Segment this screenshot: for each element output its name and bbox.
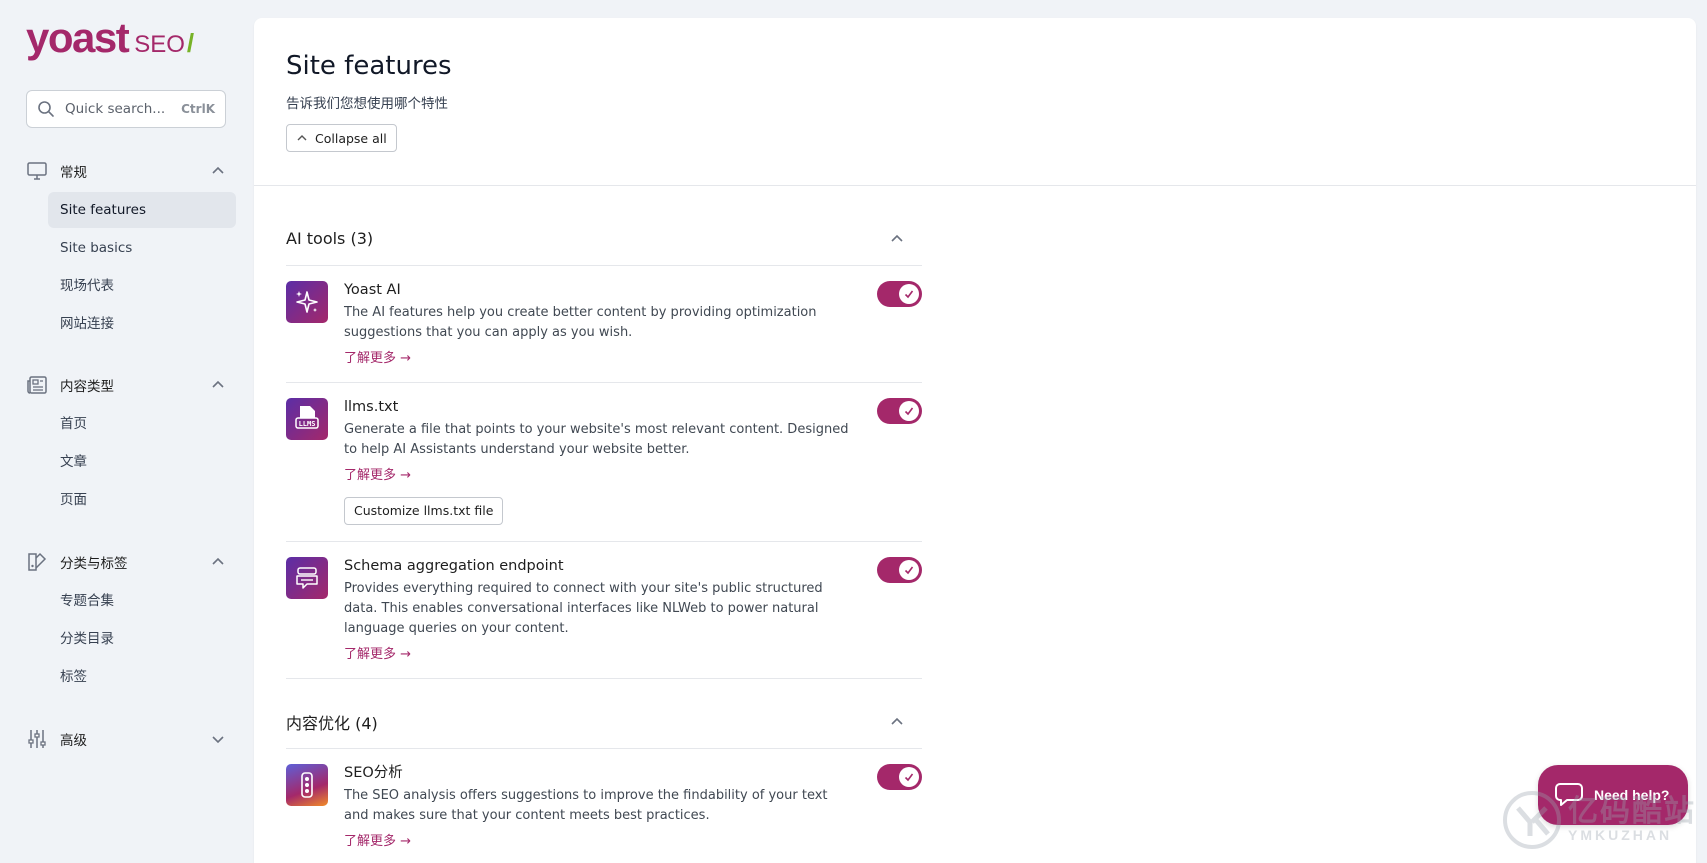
- schema-chat-icon: [286, 557, 328, 599]
- sidebar-item-tags[interactable]: 标签: [48, 659, 236, 695]
- svg-text:LLMS: LLMS: [299, 420, 316, 428]
- sparkles-icon: [286, 281, 328, 323]
- feature-description: Provides everything required to connect …: [344, 581, 823, 636]
- watermark-en: YMKUZHAN: [1568, 827, 1673, 843]
- page-title: Site features: [286, 51, 452, 81]
- nav-title-general: 常规: [60, 165, 87, 181]
- logo-wordmark: yoast: [26, 14, 130, 61]
- yoast-logo[interactable]: yoast SEO /: [26, 14, 194, 62]
- watermark-cn: 亿码酷站: [1568, 795, 1696, 828]
- section-header-ai-tools[interactable]: AI tools (3): [286, 212, 922, 266]
- feature-card-schema-aggregation: Schema aggregation endpoint Provides eve…: [286, 542, 922, 679]
- feature-title: llms.txt: [344, 399, 399, 415]
- sidebar-item-collections[interactable]: 专题合集: [48, 583, 236, 619]
- watermark: 亿码酷站 YMKUZHAN: [1502, 790, 1696, 850]
- sidebar-item-categories[interactable]: 分类目录: [48, 621, 236, 657]
- nav-head-content-types[interactable]: 内容类型: [26, 370, 231, 400]
- nav-head-general[interactable]: 常规: [26, 156, 231, 186]
- chevron-up-icon[interactable]: [890, 232, 904, 246]
- quick-search-input[interactable]: Quick search... CtrlK: [26, 90, 226, 128]
- logo-slash: /: [186, 28, 195, 58]
- nav-group-taxonomies: 分类与标签 专题合集 分类目录 标签: [26, 547, 231, 695]
- features-content: AI tools (3) Yoast AI The AI features he…: [254, 212, 954, 863]
- tag-icon: [26, 551, 48, 573]
- check-icon: [899, 560, 919, 580]
- sidebar-item-site-connections[interactable]: 网站连接: [48, 306, 236, 342]
- check-icon: [899, 767, 919, 787]
- feature-title: Schema aggregation endpoint: [344, 558, 564, 574]
- feature-card-seo-analysis: SEO分析 The SEO analysis offers suggestion…: [286, 749, 922, 863]
- chevron-up-icon: [212, 380, 224, 388]
- nav-head-advanced[interactable]: 高级: [26, 724, 231, 754]
- llms-txt-toggle[interactable]: [877, 398, 922, 424]
- feature-description: The AI features help you create better c…: [344, 305, 817, 340]
- nav-head-taxonomies[interactable]: 分类与标签: [26, 547, 231, 577]
- learn-more-link[interactable]: 了解更多 →: [344, 830, 411, 849]
- sidebar-item-site-representation[interactable]: 现场代表: [48, 268, 236, 304]
- learn-more-link[interactable]: 了解更多 →: [344, 464, 411, 483]
- newspaper-icon: [26, 374, 48, 396]
- page-header: Site features 告诉我们您想使用哪个特性 Collapse all: [254, 18, 1696, 186]
- sidebar: yoast SEO / Quick search... CtrlK 常规 Sit…: [0, 0, 250, 863]
- section-title-content-optimization: 内容优化 (4): [286, 713, 378, 733]
- feature-card-yoast-ai: Yoast AI The AI features help you create…: [286, 266, 922, 383]
- sidebar-item-site-features[interactable]: Site features: [48, 192, 236, 228]
- chevron-up-icon: [212, 557, 224, 565]
- feature-title: Yoast AI: [344, 282, 401, 298]
- nav-title-advanced: 高级: [60, 733, 87, 749]
- sidebar-item-pages[interactable]: 页面: [48, 482, 236, 518]
- feature-title: SEO分析: [344, 765, 403, 781]
- section-header-content-optimization[interactable]: 内容优化 (4): [286, 695, 922, 749]
- chevron-up-icon[interactable]: [890, 715, 904, 729]
- check-icon: [899, 284, 919, 304]
- learn-more-link[interactable]: 了解更多 →: [344, 347, 411, 366]
- seo-analysis-toggle[interactable]: [877, 764, 922, 790]
- sliders-icon: [26, 728, 48, 750]
- nav-group-general: 常规 Site features Site basics 现场代表 网站连接: [26, 156, 236, 342]
- collapse-all-label: Collapse all: [315, 130, 387, 146]
- nav-title-content-types: 内容类型: [60, 379, 114, 395]
- logo-product: SEO: [134, 31, 185, 58]
- sidebar-item-site-basics[interactable]: Site basics: [48, 230, 236, 266]
- feature-card-llms-txt: LLMS llms.txt Generate a file that point…: [286, 383, 922, 542]
- page-subtitle: 告诉我们您想使用哪个特性: [286, 96, 448, 112]
- search-shortcut: CtrlK: [181, 102, 215, 116]
- check-icon: [899, 401, 919, 421]
- nav-group-advanced: 高级: [26, 724, 231, 754]
- search-placeholder: Quick search...: [65, 101, 166, 117]
- nav-group-content-types: 内容类型 首页 文章 页面: [26, 370, 231, 518]
- feature-description: Generate a file that points to your webs…: [344, 422, 849, 457]
- sidebar-item-homepage[interactable]: 首页: [48, 406, 236, 442]
- nav-title-taxonomies: 分类与标签: [60, 556, 128, 572]
- customize-llms-button[interactable]: Customize llms.txt file: [344, 497, 504, 525]
- feature-description: The SEO analysis offers suggestions to i…: [344, 788, 828, 823]
- search-icon: [38, 101, 54, 117]
- sidebar-item-posts[interactable]: 文章: [48, 444, 236, 480]
- llms-file-icon: LLMS: [286, 398, 328, 440]
- chevron-up-icon: [212, 166, 224, 174]
- section-title-ai-tools: AI tools (3): [286, 229, 374, 248]
- chevron-up-icon: [297, 135, 307, 141]
- main-panel: Site features 告诉我们您想使用哪个特性 Collapse all …: [254, 18, 1696, 863]
- schema-aggregation-toggle[interactable]: [877, 557, 922, 583]
- monitor-icon: [26, 160, 48, 182]
- collapse-all-button[interactable]: Collapse all: [286, 124, 397, 152]
- learn-more-link[interactable]: 了解更多 →: [344, 643, 411, 662]
- traffic-light-icon: [286, 764, 328, 806]
- yoast-ai-toggle[interactable]: [877, 281, 922, 307]
- watermark-logo-icon: [1503, 791, 1561, 849]
- chevron-down-icon: [212, 736, 224, 744]
